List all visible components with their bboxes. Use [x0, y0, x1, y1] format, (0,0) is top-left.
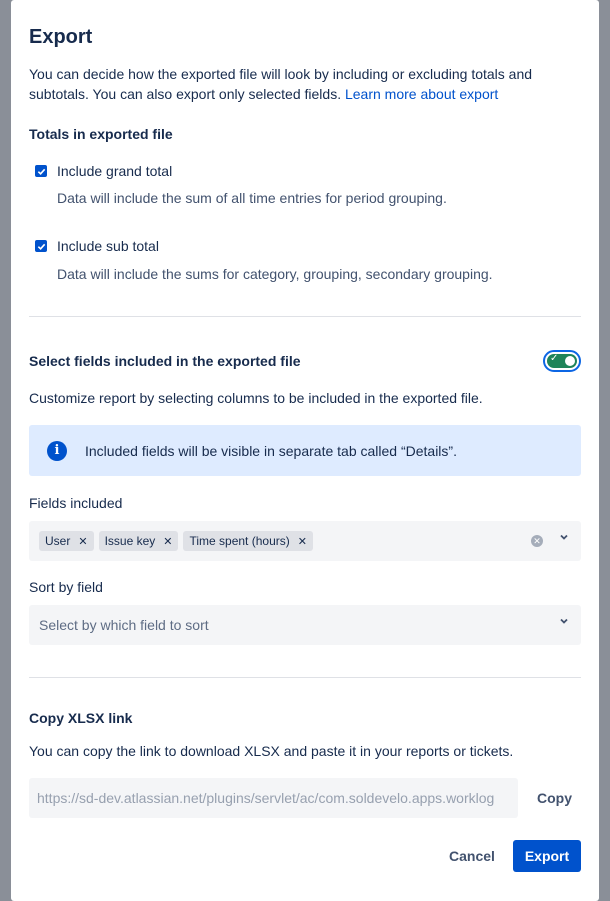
- tag-label: Time spent (hours): [189, 534, 290, 548]
- toggle-knob: [565, 356, 575, 366]
- grand-total-checkbox[interactable]: [35, 165, 47, 177]
- check-icon: [37, 168, 45, 175]
- info-icon: i: [47, 440, 67, 461]
- xlsx-link-field[interactable]: [29, 778, 518, 818]
- fields-toggle[interactable]: ✓: [543, 350, 581, 372]
- info-banner: i Included fields will be visible in sep…: [29, 425, 581, 476]
- copy-button[interactable]: Copy: [526, 784, 583, 812]
- sub-total-description: Data will include the sums for category,…: [57, 266, 493, 282]
- tag-label: Issue key: [104, 534, 156, 548]
- tag-user: User ✕: [39, 531, 94, 551]
- modal-intro: You can decide how the exported file wil…: [29, 64, 569, 104]
- learn-more-link[interactable]: Learn more about export: [345, 86, 498, 102]
- sort-by-label: Sort by field: [29, 579, 103, 595]
- chevron-down-icon[interactable]: [559, 532, 569, 545]
- totals-heading: Totals in exported file: [29, 126, 173, 142]
- tag-time-spent: Time spent (hours) ✕: [183, 531, 313, 551]
- toggle-track: ✓: [547, 353, 577, 368]
- grand-total-label: Include grand total: [57, 163, 173, 179]
- xlsx-description: You can copy the link to download XLSX a…: [29, 743, 514, 759]
- cancel-button[interactable]: Cancel: [439, 840, 505, 872]
- divider: [29, 316, 581, 317]
- xlsx-link-input[interactable]: [37, 790, 518, 806]
- export-button[interactable]: Export: [513, 840, 581, 872]
- sub-total-label: Include sub total: [57, 238, 159, 254]
- tag-issue-key: Issue key ✕: [98, 531, 179, 551]
- clear-icon[interactable]: ✕: [531, 535, 543, 547]
- fields-included-label: Fields included: [29, 495, 123, 511]
- sort-placeholder: Select by which field to sort: [39, 617, 209, 633]
- sort-by-select[interactable]: Select by which field to sort: [29, 605, 581, 645]
- remove-tag-icon[interactable]: ✕: [163, 535, 172, 548]
- fields-included-select[interactable]: User ✕ Issue key ✕ Time spent (hours) ✕ …: [29, 521, 581, 561]
- xlsx-heading: Copy XLSX link: [29, 710, 133, 726]
- sub-total-checkbox[interactable]: [35, 240, 47, 252]
- export-modal: Export You can decide how the exported f…: [11, 0, 599, 901]
- fields-description: Customize report by selecting columns to…: [29, 390, 483, 406]
- check-icon: ✓: [550, 353, 559, 364]
- tag-label: User: [45, 534, 71, 548]
- grand-total-row[interactable]: Include grand total: [35, 163, 172, 179]
- sub-total-row[interactable]: Include sub total: [35, 238, 159, 254]
- check-icon: [37, 243, 45, 250]
- chevron-down-icon[interactable]: [559, 616, 569, 629]
- remove-tag-icon[interactable]: ✕: [78, 535, 87, 548]
- remove-tag-icon[interactable]: ✕: [298, 535, 307, 548]
- grand-total-description: Data will include the sum of all time en…: [57, 190, 447, 206]
- modal-title: Export: [29, 26, 93, 48]
- info-text: Included fields will be visible in separ…: [85, 442, 457, 459]
- divider: [29, 677, 581, 678]
- fields-heading: Select fields included in the exported f…: [29, 353, 301, 369]
